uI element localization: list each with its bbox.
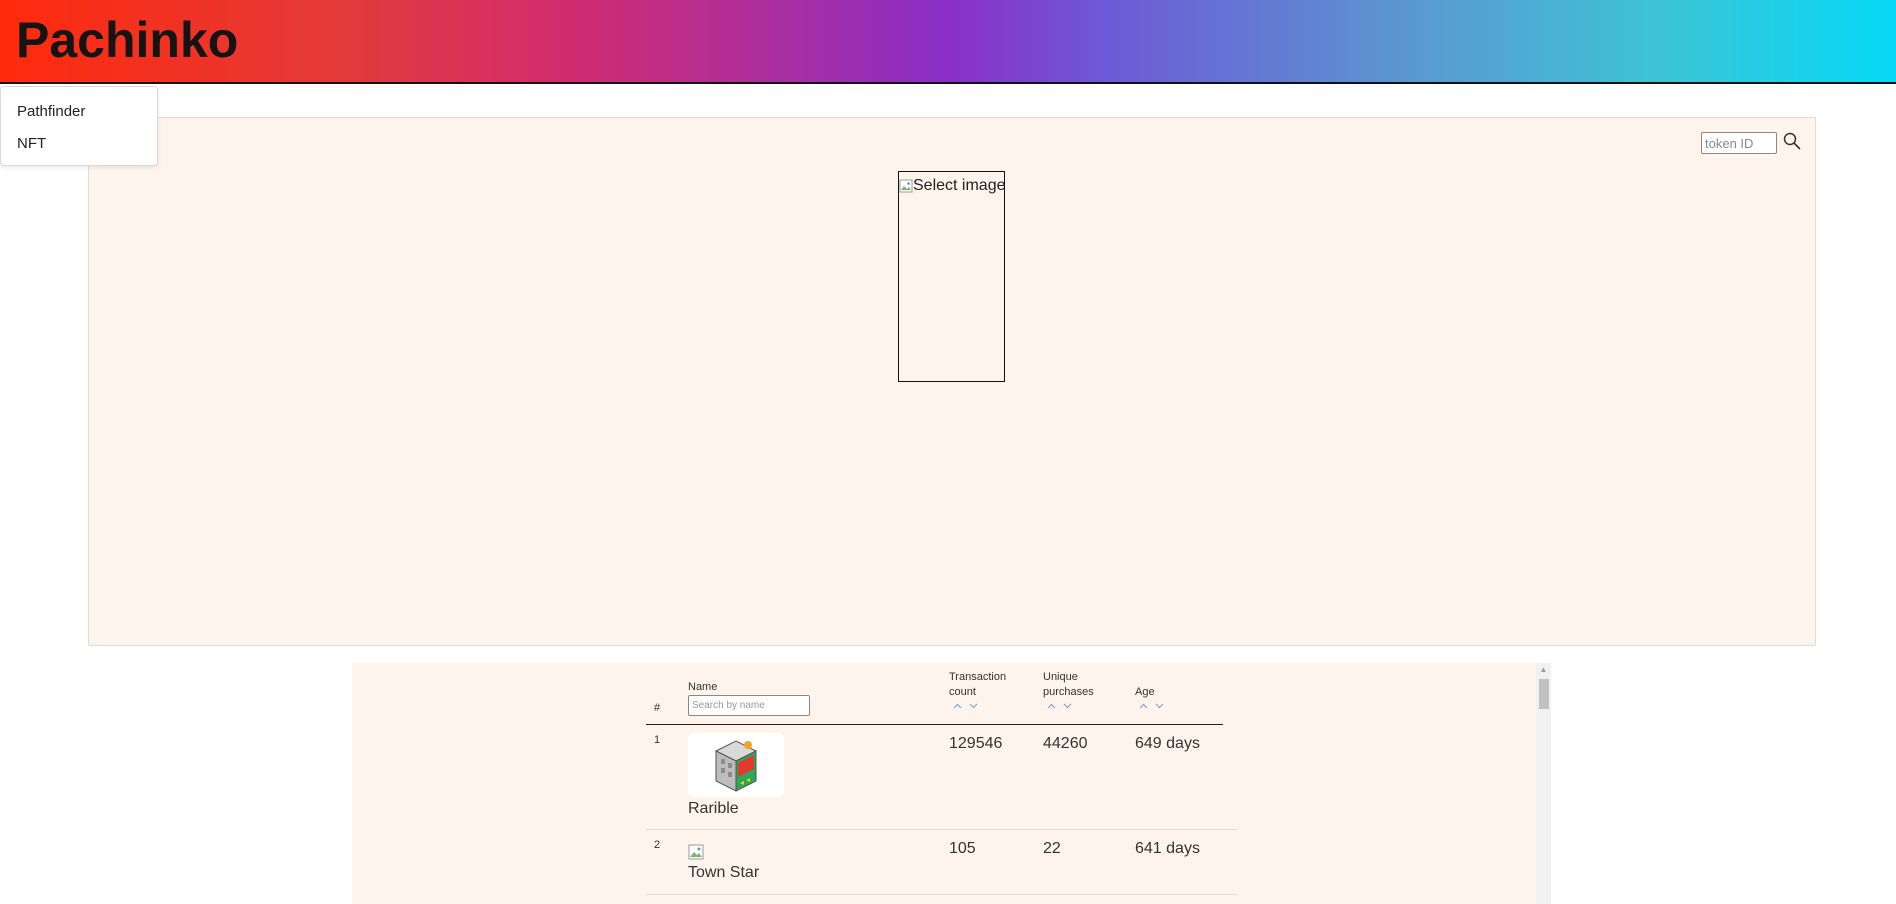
sort-ascending-icon[interactable] (953, 703, 962, 709)
collections-table-panel: # Name Transaction count Unique purchase… (352, 663, 1551, 904)
unique-purchases-value: 44260 (1043, 735, 1088, 752)
age-value: 641 days (1135, 840, 1200, 857)
age-value: 649 days (1135, 735, 1200, 752)
broken-image-icon (899, 179, 913, 193)
column-header-unique-purchases: Unique purchases (1043, 670, 1094, 700)
nav-dropdown-menu: Pathfinder NFT (0, 86, 158, 166)
menu-item-pathfinder[interactable]: Pathfinder (17, 103, 85, 120)
row-divider (646, 829, 1237, 830)
column-header-age: Age (1135, 686, 1155, 698)
collection-thumbnail (688, 733, 784, 797)
image-alt-text: Select image (899, 177, 1006, 195)
unique-purchases-value: 22 (1043, 840, 1061, 857)
column-header-transaction-count: Transaction count (949, 670, 1006, 700)
transaction-count-sort (953, 703, 978, 709)
column-header-unique-purchases-line1: Unique (1043, 671, 1078, 683)
scroll-up-arrow-icon[interactable]: ▲ (1536, 663, 1551, 677)
collection-name: Rarible (688, 800, 739, 817)
table-header-divider (646, 724, 1223, 725)
token-id-input[interactable] (1701, 132, 1777, 154)
sort-ascending-icon[interactable] (1047, 703, 1056, 709)
column-header-unique-purchases-line2: purchases (1043, 686, 1094, 698)
app-header: Pachinko (0, 0, 1896, 84)
sort-ascending-icon[interactable] (1139, 703, 1148, 709)
brand-title[interactable]: Pachinko (16, 10, 238, 70)
column-header-name: Name (688, 681, 718, 693)
column-header-transaction-count-line1: Transaction (949, 671, 1007, 683)
column-header-transaction-count-line2: count (949, 686, 976, 698)
transaction-count-value: 129546 (949, 735, 1003, 752)
sort-descending-icon[interactable] (1063, 703, 1072, 709)
collection-name: Town Star (688, 864, 760, 881)
menu-item-nft[interactable]: NFT (17, 135, 46, 152)
selected-nft-image: Select image (898, 171, 1006, 382)
scrollbar-thumb[interactable] (1539, 679, 1549, 709)
sort-descending-icon[interactable] (969, 703, 978, 709)
transaction-count-value: 105 (949, 840, 976, 857)
row-rank: 2 (654, 839, 661, 851)
search-icon[interactable] (1783, 132, 1803, 152)
name-search-input[interactable] (688, 695, 810, 716)
table-scrollbar[interactable]: ▲ (1536, 663, 1551, 904)
row-rank: 1 (654, 734, 661, 746)
column-header-rank: # (654, 702, 661, 714)
broken-image-icon (688, 844, 704, 860)
building-icon (714, 740, 758, 792)
age-sort (1139, 703, 1164, 709)
image-alt-label: Select image (913, 177, 1006, 194)
sort-descending-icon[interactable] (1155, 703, 1164, 709)
unique-purchases-sort (1047, 703, 1072, 709)
nft-viewer-panel: Select image (88, 117, 1816, 646)
row-divider (646, 894, 1237, 895)
